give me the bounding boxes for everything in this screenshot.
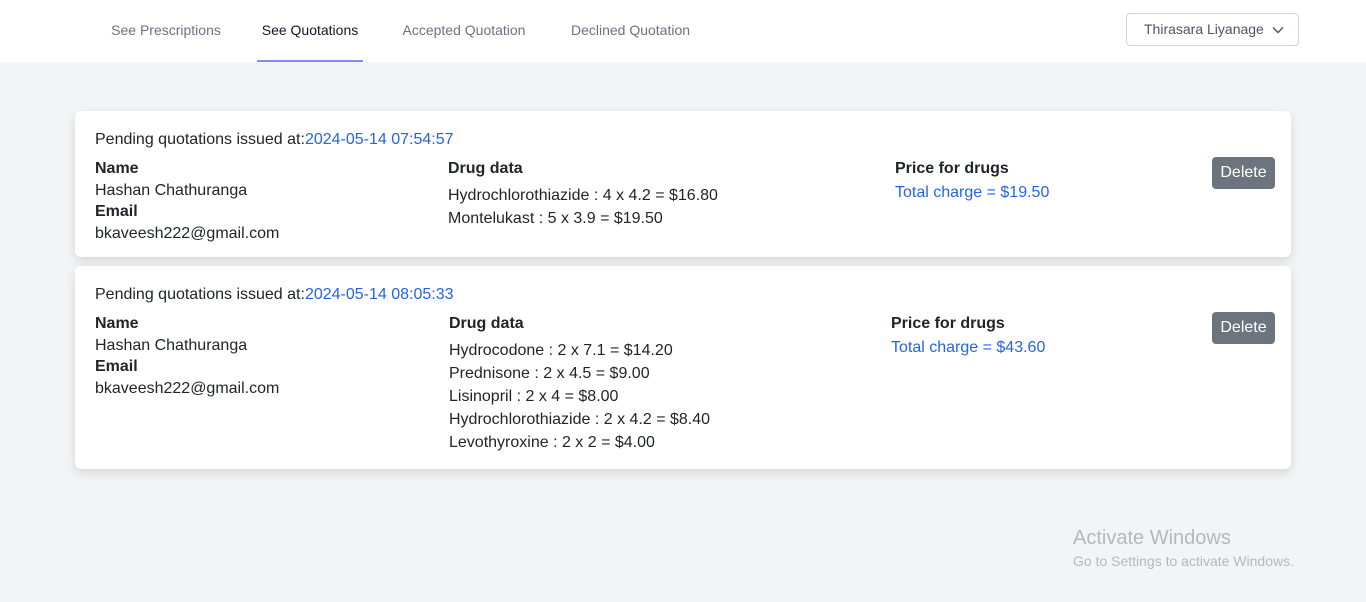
customer-email: bkaveesh222@gmail.com — [95, 225, 280, 242]
email-label: Email — [95, 358, 138, 375]
drug-data-label: Drug data — [449, 315, 524, 332]
tab-see-quotations[interactable]: See Quotations — [257, 0, 363, 62]
delete-button[interactable]: Delete — [1212, 312, 1275, 344]
issued-prefix: Pending quotations issued at: — [95, 131, 305, 148]
total-charge: Total charge = $43.60 — [891, 339, 1046, 356]
customer-name: Hashan Chathuranga — [95, 337, 248, 354]
customer-name: Hashan Chathuranga — [95, 182, 248, 199]
user-menu-dropdown[interactable]: Thirasara Liyanage — [1126, 13, 1299, 46]
activate-windows-subtitle: Go to Settings to activate Windows. — [1073, 553, 1294, 569]
tab-declined-quotation[interactable]: Declined Quotation — [569, 0, 692, 62]
drug-list: Hydrocodone : 2 x 7.1 = $14.20 Prednison… — [449, 339, 710, 454]
issued-at-line: Pending quotations issued at:2024-05-14 … — [95, 131, 454, 149]
drug-data-label: Drug data — [448, 160, 523, 177]
quotation-card: Pending quotations issued at:2024-05-14 … — [75, 266, 1291, 469]
activate-windows-title: Activate Windows — [1073, 527, 1231, 549]
chevron-down-icon — [1272, 27, 1284, 34]
name-label: Name — [95, 315, 139, 332]
tab-see-prescriptions[interactable]: See Prescriptions — [111, 0, 221, 62]
drug-item: Montelukast : 5 x 3.9 = $19.50 — [448, 210, 663, 227]
drug-item: Prednisone : 2 x 4.5 = $9.00 — [449, 365, 650, 382]
quotation-card: Pending quotations issued at:2024-05-14 … — [75, 111, 1291, 257]
email-label: Email — [95, 203, 138, 220]
user-name: Thirasara Liyanage — [1144, 21, 1264, 37]
customer-email: bkaveesh222@gmail.com — [95, 380, 280, 397]
drug-list: Hydrochlorothiazide : 4 x 4.2 = $16.80 M… — [448, 184, 718, 230]
total-charge: Total charge = $19.50 — [895, 184, 1050, 201]
drug-item: Levothyroxine : 2 x 2 = $4.00 — [449, 434, 655, 451]
drug-item: Hydrocodone : 2 x 7.1 = $14.20 — [449, 342, 673, 359]
tab-accepted-quotation[interactable]: Accepted Quotation — [399, 0, 529, 62]
issued-timestamp: 2024-05-14 08:05:33 — [304, 286, 454, 303]
drug-item: Lisinopril : 2 x 4 = $8.00 — [449, 388, 619, 405]
drug-item: Hydrochlorothiazide : 2 x 4.2 = $8.40 — [449, 411, 711, 428]
name-label: Name — [95, 160, 139, 177]
price-label: Price for drugs — [891, 315, 1005, 332]
delete-button[interactable]: Delete — [1212, 157, 1275, 189]
price-label: Price for drugs — [895, 160, 1009, 177]
top-nav-bar: See Prescriptions See Quotations Accepte… — [0, 0, 1366, 62]
issued-prefix: Pending quotations issued at: — [95, 286, 305, 303]
issued-timestamp: 2024-05-14 07:54:57 — [304, 131, 454, 148]
issued-at-line: Pending quotations issued at:2024-05-14 … — [95, 286, 454, 304]
drug-item: Hydrochlorothiazide : 4 x 4.2 = $16.80 — [448, 187, 718, 204]
